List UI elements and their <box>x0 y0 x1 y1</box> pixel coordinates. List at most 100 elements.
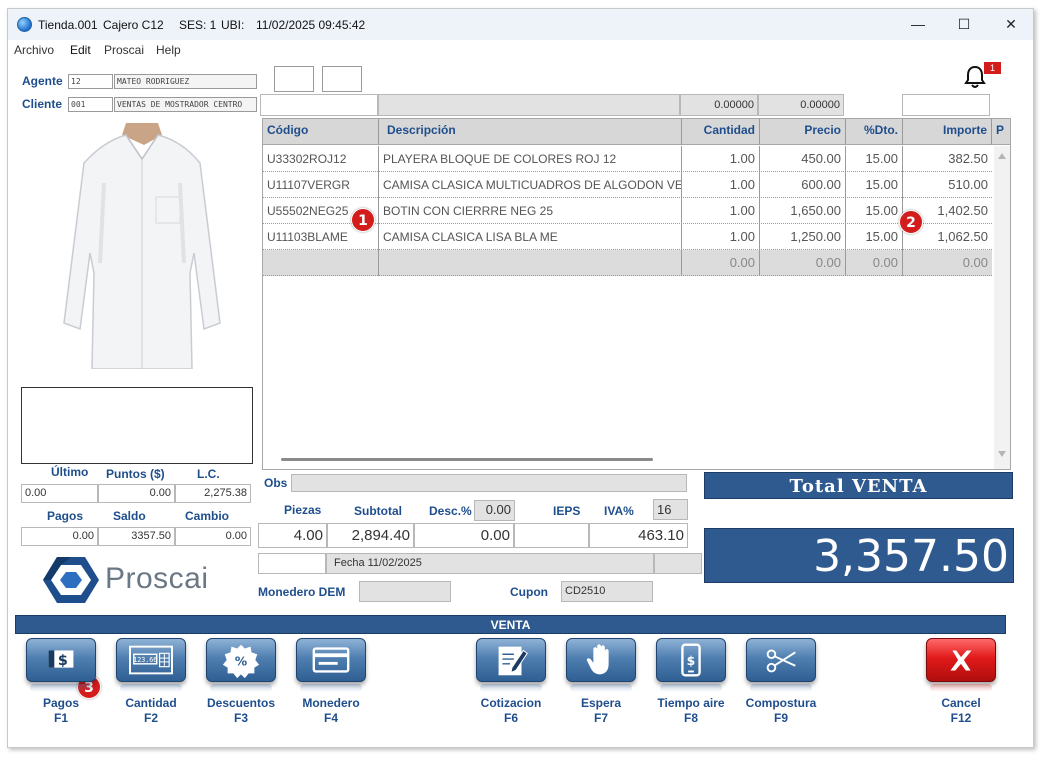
monedero-field[interactable] <box>359 581 451 602</box>
saldo-label: Saldo <box>113 509 146 523</box>
top-box-2[interactable] <box>322 66 362 92</box>
close-button[interactable]: ✕ <box>988 9 1033 40</box>
search-code-input[interactable] <box>260 94 378 116</box>
row-disc: 15.00 <box>846 224 903 250</box>
col-p[interactable]: P <box>992 119 1010 145</box>
menu-bar: Archivo Edit Proscai Help <box>8 40 1033 60</box>
desc-readonly-field <box>378 94 680 116</box>
piezas-value: 4.00 <box>258 523 327 548</box>
cotizacion-button[interactable] <box>476 638 546 694</box>
descuentos-button[interactable]: % <box>206 638 276 694</box>
right-top-input[interactable] <box>902 94 990 116</box>
maximize-button[interactable]: ☐ <box>941 9 987 40</box>
calculator-icon: 123.66 <box>129 645 173 675</box>
monedero-label: Monedero DEM <box>258 585 346 599</box>
table-row-empty[interactable]: 0.00 0.00 0.00 0.00 <box>263 250 992 276</box>
svg-text:$: $ <box>58 653 68 669</box>
grid-header: Código Descripción Cantidad Precio %Dto.… <box>263 119 1010 145</box>
row-qty: 1.00 <box>682 146 760 172</box>
obs-field[interactable] <box>291 474 687 492</box>
items-grid: Código Descripción Cantidad Precio %Dto.… <box>262 118 1011 470</box>
col-descripcion[interactable]: Descripción <box>379 119 682 145</box>
cupon-field[interactable]: CD2510 <box>561 581 653 602</box>
phone-topup-icon: $ <box>681 643 701 677</box>
row-desc <box>379 250 682 276</box>
title-datetime: 11/02/2025 09:45:42 <box>256 18 366 32</box>
table-row[interactable]: U11103BLAME CAMISA CLASICA LISA BLA ME 1… <box>263 224 992 250</box>
agent-label: Agente <box>22 74 63 88</box>
col-descuento[interactable]: %Dto. <box>846 119 903 145</box>
grid-vertical-scrollbar[interactable] <box>994 146 1010 469</box>
marker-1: 1 <box>351 208 375 232</box>
iva-pct-field[interactable]: 16 <box>653 499 688 520</box>
compostura-button[interactable] <box>746 638 816 694</box>
cancel-button-label: Cancel F12 <box>941 696 981 725</box>
ultimo-value: 0.00 <box>21 484 98 503</box>
cantidad-button[interactable]: 123.66 <box>116 638 186 694</box>
row-price: 600.00 <box>760 172 846 198</box>
obs-label: Obs <box>264 476 288 490</box>
row-price: 450.00 <box>760 146 846 172</box>
row-disc: 0.00 <box>846 250 903 276</box>
pagos-button-label: Pagos F1 <box>42 696 79 725</box>
top-box-1[interactable] <box>274 66 314 92</box>
table-row[interactable]: U33302ROJ12 PLAYERA BLOQUE DE COLORES RO… <box>263 146 992 172</box>
lc-label: L.C. <box>197 467 220 481</box>
marker-2: 2 <box>899 210 923 234</box>
title-session: SES: 1 <box>179 18 217 32</box>
percent-icon: % <box>222 644 260 679</box>
menu-help[interactable]: Help <box>156 43 181 57</box>
descuentos-button-label: Descuentos F3 <box>206 696 276 725</box>
row-code <box>263 250 379 276</box>
puntos-value: 0.00 <box>98 484 175 503</box>
espera-button[interactable] <box>566 638 636 694</box>
menu-proscai[interactable]: Proscai <box>104 43 144 57</box>
pagos-button[interactable]: $ <box>26 638 96 694</box>
cancel-button[interactable] <box>926 638 996 694</box>
desc-pct-field[interactable]: 0.00 <box>474 500 515 521</box>
cupon-label: Cupon <box>510 585 548 599</box>
client-code-field[interactable]: 001 <box>68 97 113 112</box>
title-location: UBI: <box>221 18 245 32</box>
lc-value: 2,275.38 <box>175 484 251 503</box>
venta-bar: VENTA <box>15 615 1006 634</box>
total-value: 3,357.50 <box>704 528 1014 583</box>
cambio-value: 0.00 <box>175 527 251 546</box>
row-price: 1,650.00 <box>760 198 846 224</box>
compostura-button-label: Compostura F9 <box>745 696 817 725</box>
col-importe[interactable]: Importe <box>903 119 992 145</box>
iva-label: IVA% <box>604 504 634 518</box>
menu-edit[interactable]: Edit <box>70 43 91 57</box>
col-cantidad[interactable]: Cantidad <box>682 119 760 145</box>
quote-edit-icon <box>498 646 528 676</box>
agent-code-field[interactable]: 12 <box>68 74 113 89</box>
fecha-prefix-field <box>258 553 326 574</box>
table-row[interactable]: U11107VERGR CAMISA CLASICA MULTICUADROS … <box>263 172 992 198</box>
pagos-value: 0.00 <box>21 527 98 546</box>
fecha-field: Fecha 11/02/2025 <box>326 553 654 574</box>
scroll-up-arrow-icon[interactable] <box>997 152 1007 160</box>
ultimo-label: Último <box>51 465 89 479</box>
minimize-button[interactable]: — <box>895 9 941 40</box>
row-qty: 1.00 <box>682 198 760 224</box>
desc-label: Desc.% <box>429 504 472 518</box>
tiempo-aire-button[interactable]: $ <box>656 638 726 694</box>
row-disc: 15.00 <box>846 146 903 172</box>
client-label: Cliente <box>22 97 63 111</box>
subtotal-label: Subtotal <box>354 504 402 518</box>
total-title: Total VENTA <box>704 472 1013 499</box>
scroll-down-arrow-icon[interactable] <box>997 450 1007 458</box>
cash-icon: $ <box>48 650 74 669</box>
notes-box <box>21 387 253 464</box>
monedero-button[interactable] <box>296 638 366 694</box>
espera-button-label: Espera F7 <box>580 696 622 725</box>
grid-horizontal-scrollbar[interactable] <box>281 458 653 461</box>
row-qty: 0.00 <box>682 250 760 276</box>
pagos-label: Pagos <box>47 509 84 523</box>
row-disc: 15.00 <box>846 172 903 198</box>
row-code: U11107VERGR <box>263 172 379 198</box>
col-precio[interactable]: Precio <box>760 119 846 145</box>
col-codigo[interactable]: Código <box>263 119 379 145</box>
hand-stop-icon <box>586 644 609 675</box>
menu-archivo[interactable]: Archivo <box>14 43 54 57</box>
